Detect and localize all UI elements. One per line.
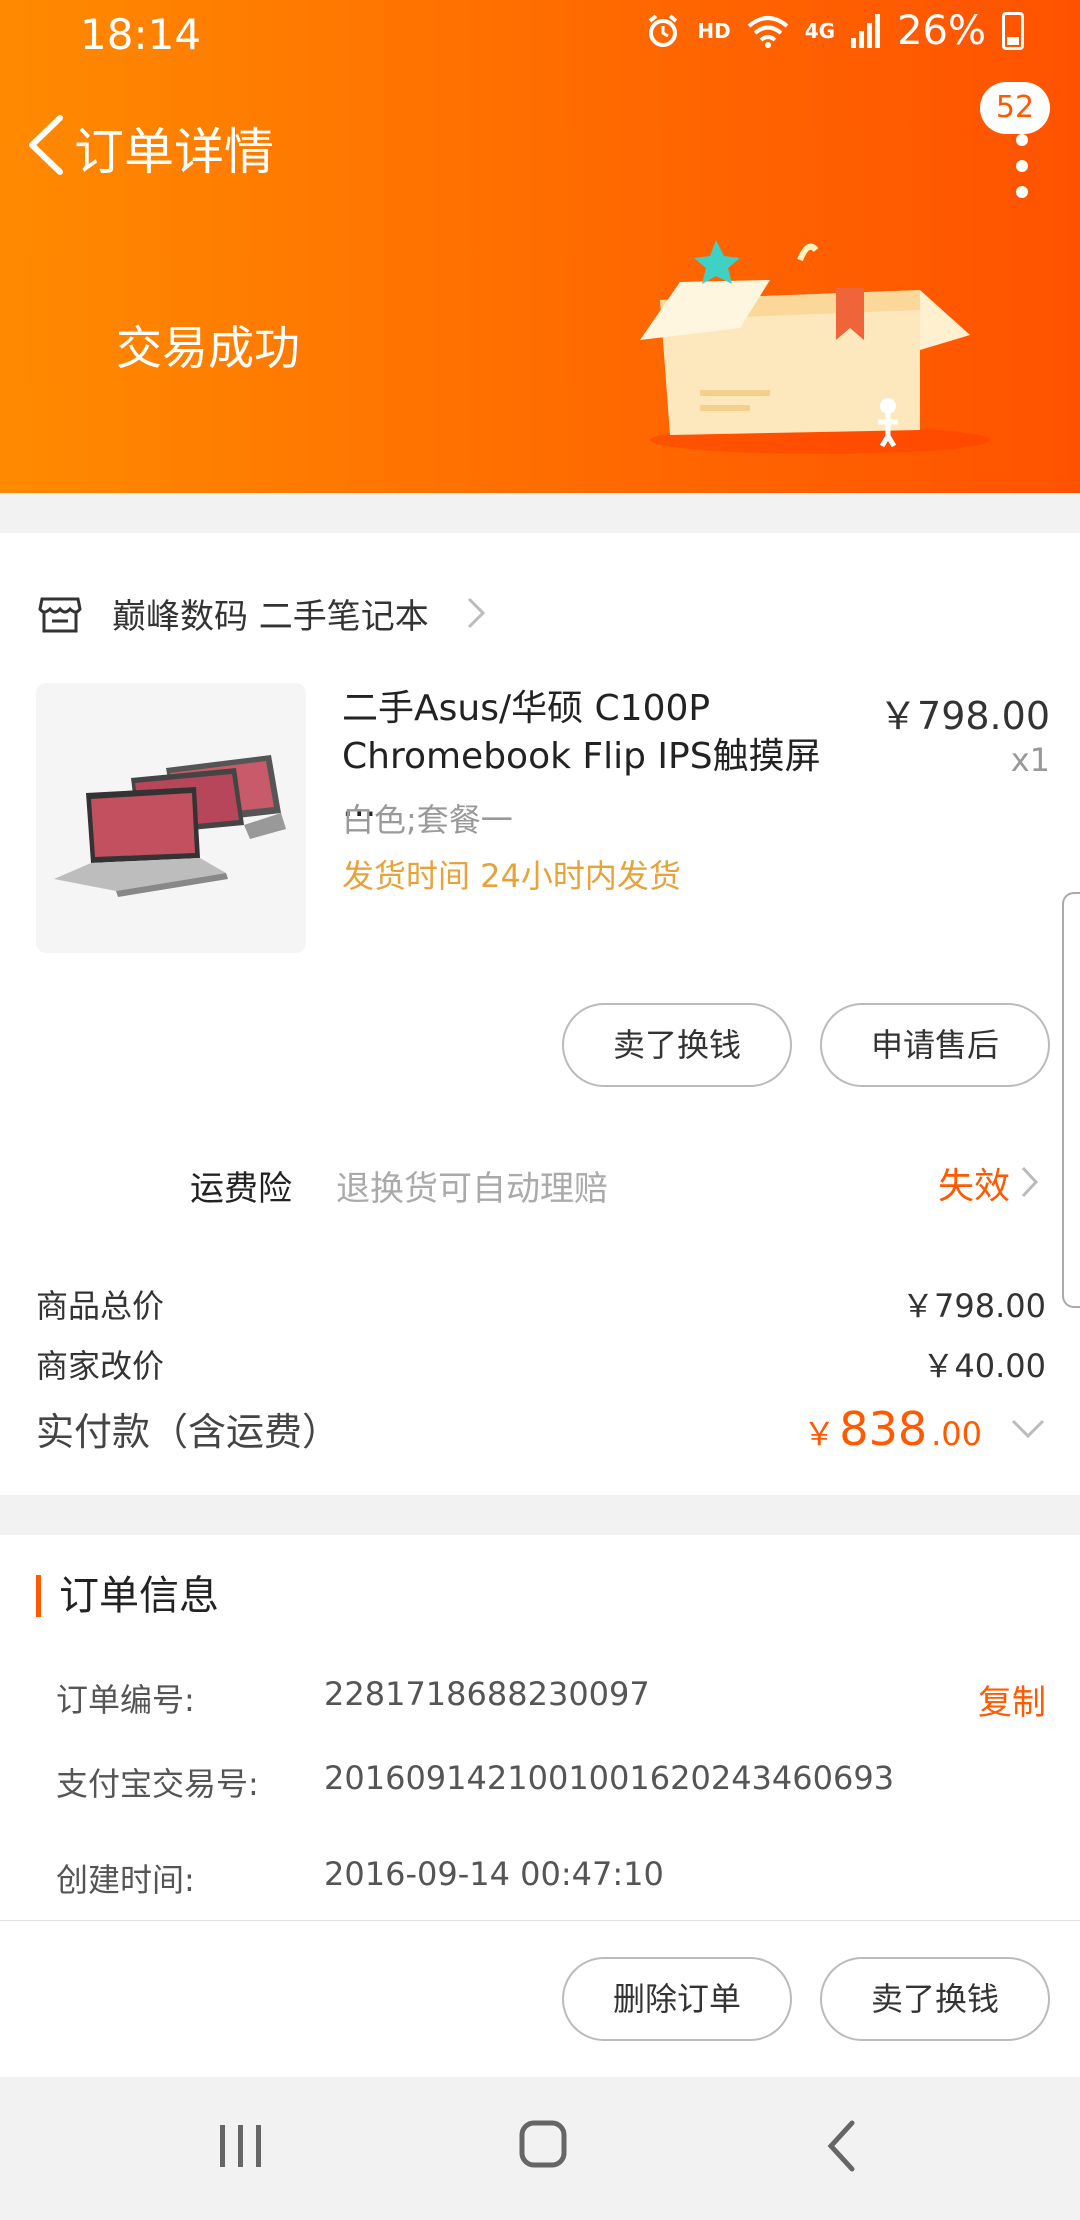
- paid-integer: 838: [839, 1401, 928, 1456]
- sell-for-cash-button[interactable]: 卖了换钱: [820, 1957, 1050, 2041]
- chevron-right-icon: [467, 597, 485, 629]
- shipping-insurance-label: 运费险: [190, 1169, 292, 1209]
- order-info-title: 订单信息: [36, 1575, 219, 1617]
- back-icon[interactable]: [826, 2119, 856, 2173]
- created-time-label: 创建时间:: [56, 1861, 195, 1899]
- laptop-image: [54, 755, 286, 897]
- chevron-right-icon[interactable]: [1020, 1165, 1040, 1199]
- system-nav-bar: [0, 2077, 1080, 2220]
- order-info-card: 订单信息 订单编号: 2281718688230097 复制 支付宝交易号: 2…: [0, 1535, 1080, 1920]
- page-title: 订单详情: [74, 123, 274, 181]
- network-type: 4G: [804, 19, 836, 43]
- merchant-adjust-label: 商家改价: [36, 1347, 165, 1385]
- product-quantity: x1: [1010, 741, 1050, 779]
- side-drawer-handle[interactable]: [1062, 892, 1080, 1308]
- delete-order-button[interactable]: 删除订单: [562, 1957, 792, 2041]
- top-navbar: 订单详情: [0, 92, 1080, 202]
- alipay-trade-value: 2016091421001001620243460693: [324, 1759, 895, 1797]
- paid-currency: ￥: [803, 1414, 836, 1453]
- hd-indicator: HD: [697, 19, 731, 43]
- product-ship-time: 发货时间 24小时内发货: [342, 857, 681, 895]
- status-icons: HD 4G 26%: [645, 8, 1024, 54]
- paid-amount-value: ￥ 838 .00: [803, 1402, 982, 1456]
- goods-total-row: 商品总价 ￥798.00: [36, 1281, 1046, 1327]
- paid-amount-group: ￥ 838 .00: [803, 1401, 1046, 1456]
- shipping-insurance-desc: 退换货可自动理赔: [336, 1169, 608, 1209]
- alarm-icon: [649, 14, 678, 47]
- goods-total-value: ￥798.00: [902, 1287, 1046, 1325]
- store-name: 巅峰数码 二手笔记本: [112, 596, 429, 637]
- product-price: ￥798.00: [879, 694, 1050, 738]
- wifi-icon: [747, 16, 789, 48]
- product-spec: 白色;套餐一: [342, 801, 513, 839]
- alipay-trade-label: 支付宝交易号:: [56, 1765, 259, 1803]
- order-status-title: 交易成功: [116, 321, 300, 375]
- bottom-action-bar: 删除订单 卖了换钱: [0, 1920, 1080, 2077]
- paid-amount-row[interactable]: 实付款（含运费） ￥ 838 .00: [36, 1401, 1046, 1456]
- order-product-card: 巅峰数码 二手笔记本 二手Asus/华硕 C100P Chromebook Fl…: [0, 533, 1080, 1495]
- sell-for-cash-button[interactable]: 卖了换钱: [562, 1003, 792, 1087]
- order-status-header: 18:14 HD 4G 26% 订单详情 52 交易成功: [0, 0, 1080, 493]
- merchant-adjust-row: 商家改价 ￥40.00: [36, 1341, 1046, 1387]
- shipping-insurance-status[interactable]: 失效: [938, 1157, 1010, 1209]
- message-count-badge[interactable]: 52: [980, 82, 1050, 134]
- order-number-label: 订单编号:: [56, 1681, 195, 1719]
- home-icon[interactable]: [518, 2119, 568, 2169]
- product-image[interactable]: [36, 683, 306, 953]
- battery-icon: [1002, 12, 1024, 50]
- store-icon: [38, 597, 82, 633]
- recent-apps-icon[interactable]: [216, 2121, 266, 2171]
- more-menu-icon[interactable]: [1010, 134, 1034, 214]
- store-row[interactable]: 巅峰数码 二手笔记本: [36, 573, 487, 653]
- battery-percent: 26%: [897, 8, 986, 54]
- status-time: 18:14: [80, 10, 202, 59]
- paid-amount-label: 实付款（含运费）: [36, 1410, 341, 1454]
- paid-decimal: .00: [931, 1414, 982, 1453]
- signal-icon: [851, 14, 881, 48]
- created-time-value: 2016-09-14 00:47:10: [324, 1855, 664, 1893]
- after-sale-button[interactable]: 申请售后: [820, 1003, 1050, 1087]
- back-arrow-icon[interactable]: [18, 110, 78, 180]
- goods-total-label: 商品总价: [36, 1287, 165, 1325]
- merchant-adjust-value: ￥40.00: [922, 1347, 1046, 1385]
- order-number-value: 2281718688230097: [324, 1675, 650, 1713]
- copy-order-number-button[interactable]: 复制: [978, 1675, 1046, 1724]
- chevron-down-icon[interactable]: [1010, 1418, 1046, 1440]
- status-bar: 18:14 HD 4G 26%: [0, 0, 1080, 72]
- open-box-illustration: [640, 240, 990, 454]
